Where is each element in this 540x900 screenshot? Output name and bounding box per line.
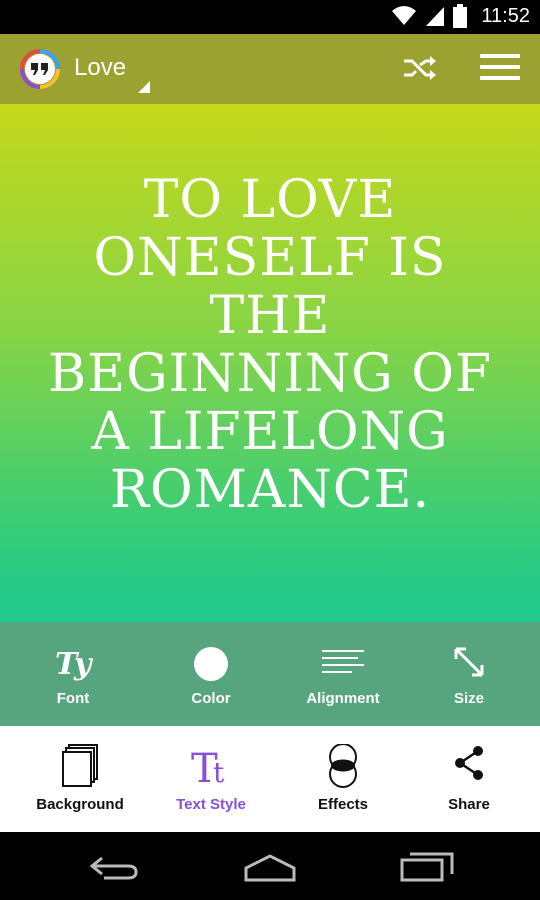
dropdown-caret-icon[interactable] — [138, 81, 150, 93]
size-label: Size — [453, 690, 484, 707]
quote-text[interactable]: To love oneself is the beginning of a li… — [30, 171, 510, 519]
text-style-tools: Ty Font Color Alignment Size — [0, 622, 540, 726]
battery-icon — [453, 4, 468, 28]
status-bar: 11:52 — [0, 0, 540, 34]
tab-effects[interactable]: Effects — [284, 726, 402, 832]
wifi-icon — [392, 6, 417, 25]
font-tool-button[interactable]: Ty Font — [18, 622, 128, 726]
color-tool-button[interactable]: Color — [156, 622, 266, 726]
tab-share-label: Share — [448, 796, 490, 813]
size-tool-button[interactable]: Size — [414, 622, 524, 726]
tab-text-style-label: Text Style — [176, 796, 246, 813]
tab-background-label: Background — [36, 796, 124, 813]
back-icon[interactable] — [84, 848, 144, 884]
quote-canvas[interactable]: To love oneself is the beginning of a li… — [0, 104, 540, 622]
recent-apps-icon[interactable] — [398, 848, 458, 884]
app-logo-icon[interactable] — [20, 49, 60, 89]
alignment-icon — [322, 650, 364, 673]
clock: 11:52 — [481, 4, 530, 27]
category-title[interactable]: Love — [74, 54, 126, 82]
shuffle-icon[interactable] — [402, 52, 438, 84]
effects-icon — [329, 744, 357, 788]
tab-text-style[interactable]: T t Text Style — [152, 726, 270, 832]
svg-text:t: t — [213, 756, 225, 788]
alignment-label: Alignment — [306, 690, 380, 707]
color-circle-icon — [194, 647, 228, 681]
tab-effects-label: Effects — [317, 796, 369, 813]
color-label: Color — [191, 690, 231, 707]
font-icon: Ty — [55, 647, 93, 682]
editor-tabs: Background T t Text Style Effects Share — [0, 726, 540, 832]
alignment-tool-button[interactable]: Alignment — [288, 622, 398, 726]
signal-icon — [426, 7, 445, 26]
share-icon — [455, 746, 483, 780]
system-nav-bar — [0, 832, 540, 900]
font-label: Font — [56, 690, 90, 707]
layers-icon — [62, 744, 98, 787]
tab-share[interactable]: Share — [414, 726, 524, 832]
menu-icon[interactable] — [480, 54, 520, 84]
app-bar: Love — [0, 34, 540, 104]
svg-text:Ty: Ty — [55, 647, 93, 682]
resize-icon — [454, 647, 484, 677]
home-icon[interactable] — [240, 848, 300, 884]
tab-background[interactable]: Background — [22, 726, 138, 832]
status-icons: 11:52 — [391, 4, 530, 28]
text-style-icon: T t — [191, 746, 225, 788]
